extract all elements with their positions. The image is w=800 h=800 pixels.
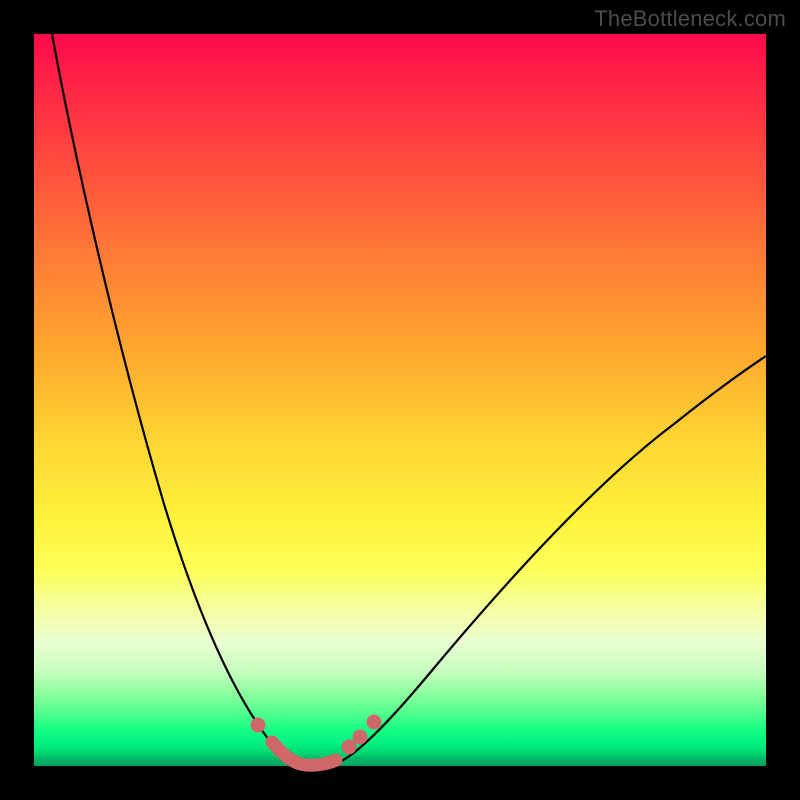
marker-dot-right-3 — [367, 715, 382, 730]
curve-layer — [34, 34, 766, 766]
plot-area — [34, 34, 766, 766]
left-branch-curve — [52, 34, 297, 765]
chart-frame: TheBottleneck.com — [0, 0, 800, 800]
right-branch-curve — [332, 356, 766, 765]
marker-dot-left — [251, 718, 266, 733]
watermark-text: TheBottleneck.com — [594, 6, 786, 32]
marker-dot-right-2 — [353, 730, 368, 745]
valley-marker-segment — [272, 742, 336, 765]
